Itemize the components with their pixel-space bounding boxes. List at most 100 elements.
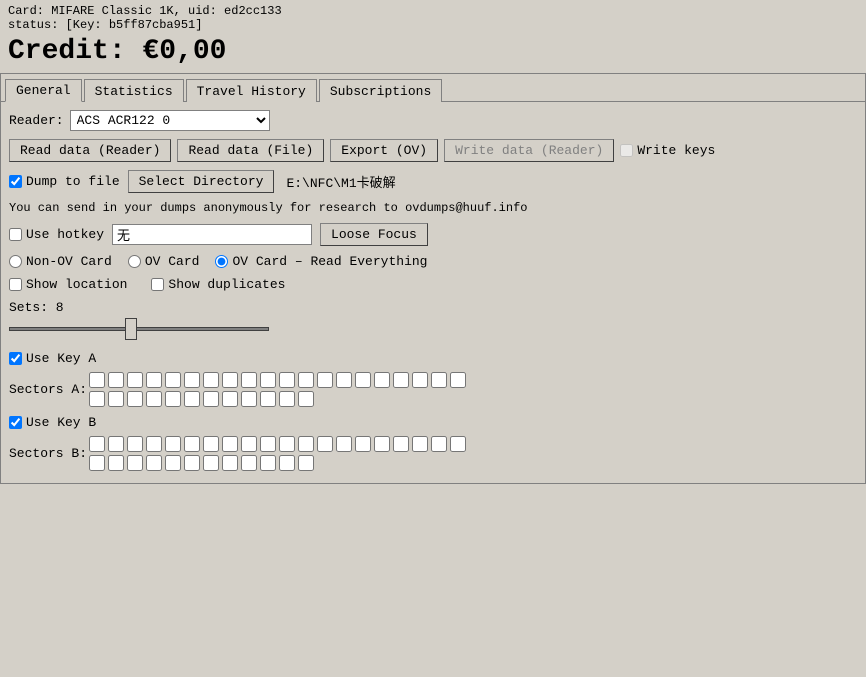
export-ov-button[interactable]: Export (OV) [330,139,438,162]
show-location-label[interactable]: Show location [9,277,127,292]
sector-checkbox[interactable] [146,455,162,471]
sector-checkbox[interactable] [355,372,371,388]
write-keys-checkbox-label[interactable]: Write keys [620,143,715,158]
sector-checkbox[interactable] [127,436,143,452]
sector-checkbox[interactable] [108,436,124,452]
use-hotkey-label[interactable]: Use hotkey [9,227,104,242]
sector-checkbox[interactable] [298,436,314,452]
sector-checkbox[interactable] [203,372,219,388]
sector-checkbox[interactable] [431,436,447,452]
tab-travel-history[interactable]: Travel History [186,79,317,102]
sector-checkbox[interactable] [298,372,314,388]
sector-checkbox[interactable] [393,372,409,388]
select-directory-button[interactable]: Select Directory [128,170,275,193]
sector-checkbox[interactable] [317,372,333,388]
sector-checkbox[interactable] [317,436,333,452]
dump-to-file-label[interactable]: Dump to file [9,174,120,189]
show-duplicates-label[interactable]: Show duplicates [151,277,285,292]
sector-checkbox[interactable] [203,455,219,471]
sector-checkbox[interactable] [108,372,124,388]
non-ov-card-radio-label[interactable]: Non-OV Card [9,254,112,269]
sector-checkbox[interactable] [298,455,314,471]
sector-checkbox[interactable] [203,391,219,407]
non-ov-card-radio[interactable] [9,255,22,268]
dump-to-file-checkbox[interactable] [9,175,22,188]
sector-checkbox[interactable] [146,372,162,388]
ov-read-all-text: OV Card – Read Everything [232,254,427,269]
reader-select[interactable]: ACS ACR122 0 [70,110,270,131]
sector-checkbox[interactable] [412,436,428,452]
sector-checkbox[interactable] [146,391,162,407]
sector-checkbox[interactable] [127,372,143,388]
use-key-a-checkbox[interactable] [9,352,22,365]
write-keys-checkbox[interactable] [620,144,633,157]
tab-general[interactable]: General [5,79,82,102]
sector-checkbox[interactable] [165,391,181,407]
anonymous-info-text: You can send in your dumps anonymously f… [9,201,857,215]
sector-checkbox[interactable] [260,372,276,388]
sector-checkbox[interactable] [374,436,390,452]
hotkey-input[interactable] [112,224,312,245]
sector-checkbox[interactable] [222,455,238,471]
sector-checkbox[interactable] [146,436,162,452]
read-reader-button[interactable]: Read data (Reader) [9,139,171,162]
ov-card-radio[interactable] [128,255,141,268]
tab-statistics[interactable]: Statistics [84,79,184,102]
sector-checkbox[interactable] [241,391,257,407]
sector-checkbox[interactable] [203,436,219,452]
use-key-b-checkbox[interactable] [9,416,22,429]
show-location-checkbox[interactable] [9,278,22,291]
show-duplicates-checkbox[interactable] [151,278,164,291]
sector-checkbox[interactable] [412,372,428,388]
sector-checkbox[interactable] [184,436,200,452]
sets-slider[interactable] [9,319,269,339]
sector-checkbox[interactable] [127,391,143,407]
sector-checkbox[interactable] [336,372,352,388]
sector-checkbox[interactable] [450,372,466,388]
sectors-a-label: Sectors A: [9,382,89,397]
sector-checkbox[interactable] [184,372,200,388]
sector-checkbox[interactable] [222,436,238,452]
sector-checkbox[interactable] [184,391,200,407]
sector-checkbox[interactable] [374,372,390,388]
sector-checkbox[interactable] [127,455,143,471]
use-key-a-label[interactable]: Use Key A [9,351,96,366]
sector-checkbox[interactable] [279,372,295,388]
sector-checkbox[interactable] [279,436,295,452]
sector-checkbox[interactable] [89,391,105,407]
sector-checkbox[interactable] [241,372,257,388]
sector-checkbox[interactable] [165,455,181,471]
sector-checkbox[interactable] [431,372,447,388]
use-key-b-label[interactable]: Use Key B [9,415,96,430]
ov-read-all-radio-label[interactable]: OV Card – Read Everything [215,254,427,269]
sector-checkbox[interactable] [279,455,295,471]
sector-checkbox[interactable] [89,455,105,471]
sector-checkbox[interactable] [393,436,409,452]
ov-read-all-radio[interactable] [215,255,228,268]
sector-checkbox[interactable] [165,372,181,388]
sector-checkbox[interactable] [222,391,238,407]
sector-checkbox[interactable] [222,372,238,388]
sector-checkbox[interactable] [298,391,314,407]
read-file-button[interactable]: Read data (File) [177,139,324,162]
sector-checkbox[interactable] [260,436,276,452]
ov-card-radio-label[interactable]: OV Card [128,254,200,269]
sector-checkbox[interactable] [89,436,105,452]
sector-checkbox[interactable] [108,455,124,471]
sector-checkbox[interactable] [260,391,276,407]
sector-checkbox[interactable] [108,391,124,407]
tab-subscriptions[interactable]: Subscriptions [319,79,442,102]
sector-checkbox[interactable] [260,455,276,471]
sector-checkbox[interactable] [165,436,181,452]
sector-checkbox[interactable] [450,436,466,452]
loose-focus-button[interactable]: Loose Focus [320,223,428,246]
use-hotkey-checkbox[interactable] [9,228,22,241]
sector-checkbox[interactable] [89,372,105,388]
sector-checkbox[interactable] [241,436,257,452]
sector-checkbox[interactable] [279,391,295,407]
sectors-b-grid [89,436,466,471]
sector-checkbox[interactable] [241,455,257,471]
sector-checkbox[interactable] [184,455,200,471]
sector-checkbox[interactable] [336,436,352,452]
sector-checkbox[interactable] [355,436,371,452]
